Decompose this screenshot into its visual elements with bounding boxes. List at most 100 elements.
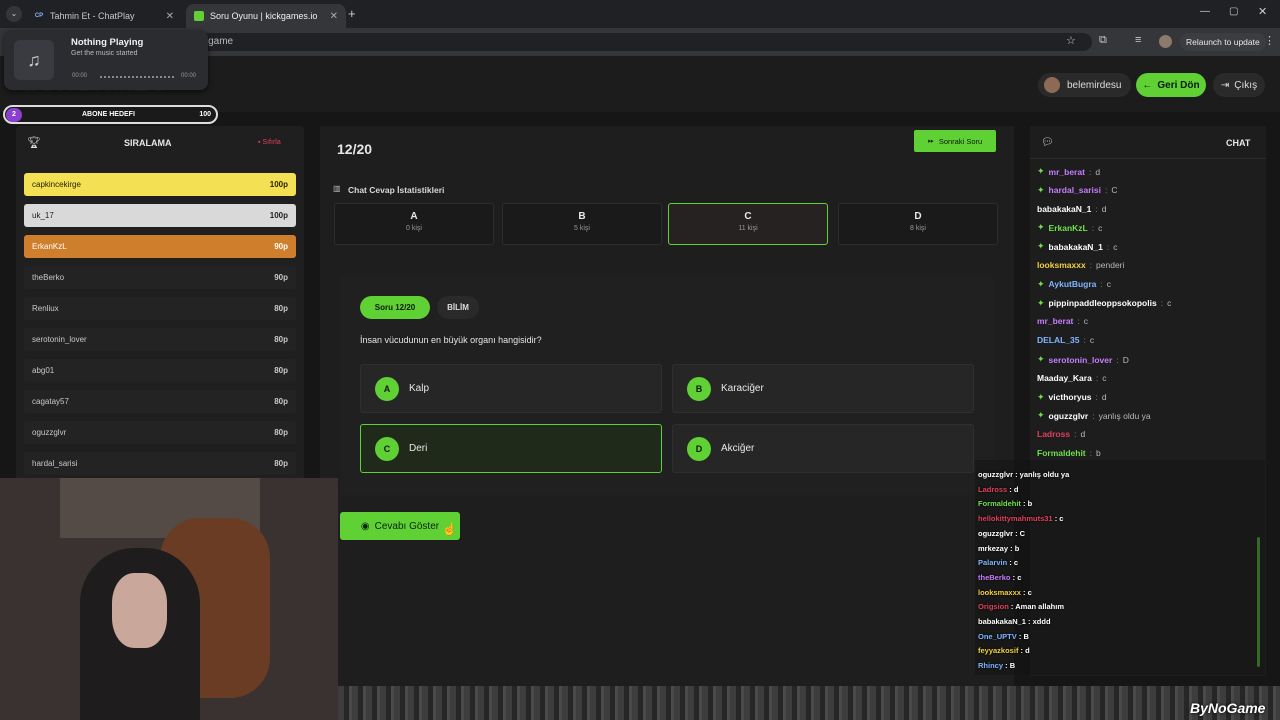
- chat-username: hardal_sarisi: [1048, 185, 1101, 196]
- chat-message: ✦ oguzzglvr: yanlış oldu ya: [1037, 410, 1151, 421]
- chat-text: c: [1083, 316, 1089, 327]
- stream-floor-pattern: [338, 686, 1280, 720]
- leaderboard-points: 80p: [274, 304, 288, 313]
- exit-button[interactable]: ⇥ Çıkış: [1213, 73, 1265, 97]
- leaderboard-name: oguzzglvr: [32, 428, 67, 437]
- overlay-chat-message: mrkezay : b: [978, 544, 1019, 553]
- menu-kebab-icon[interactable]: ⋮: [1264, 34, 1275, 47]
- chat-separator: :: [1095, 203, 1098, 214]
- question-progress: 12/20: [337, 141, 373, 157]
- chat-username: mr_berat: [1048, 166, 1085, 177]
- tab-list-chevron-icon[interactable]: ⌄: [6, 6, 22, 22]
- overlay-chat-separator: :: [1013, 470, 1020, 479]
- close-tab-icon[interactable]: ✕: [330, 11, 338, 22]
- chat-text: c: [1167, 298, 1172, 309]
- next-question-label: Sonraki Soru: [938, 136, 983, 146]
- leaderboard-row[interactable]: Renliux 80p: [24, 297, 296, 320]
- watermark: ByNoGame: [1190, 700, 1266, 716]
- chat-message: ✦ hardal_sarisi: C: [1037, 185, 1118, 196]
- tab-kickgames[interactable]: Soru Oyunu | kickgames.io ✕: [186, 4, 346, 28]
- leaderboard-name: serotonin_lover: [32, 335, 87, 344]
- leaderboard-row[interactable]: theBerko 90p: [24, 266, 296, 289]
- overlay-chat-username: Formaldehit: [978, 499, 1021, 509]
- leaderboard-title: SIRALAMA: [124, 138, 172, 148]
- reset-button[interactable]: ▪ Sıfırla: [258, 139, 281, 146]
- media-progress-bar[interactable]: [100, 76, 176, 78]
- answer-option-d[interactable]: D Akciğer: [672, 424, 974, 473]
- back-button[interactable]: ← Geri Dön: [1136, 73, 1206, 97]
- goal-label: ABONE HEDEFI: [82, 111, 135, 118]
- media-subtitle: Get the music started: [71, 50, 138, 57]
- new-tab-plus-icon[interactable]: +: [348, 6, 356, 21]
- close-tab-icon[interactable]: ✕: [166, 11, 174, 22]
- media-control-icon[interactable]: ≡: [1135, 34, 1141, 46]
- leaderboard-row[interactable]: capkincekirge 100p: [24, 173, 296, 196]
- overlay-chat-username: Rhincy: [978, 661, 1004, 671]
- leaderboard-row[interactable]: ErkanKzL 90p: [24, 235, 296, 258]
- leaderboard-row[interactable]: oguzzglvr 80p: [24, 421, 296, 444]
- option-letter-badge: D: [687, 436, 711, 461]
- chat-bubble-icon: 💬︎: [1041, 137, 1054, 148]
- overlay-chat-message: Origsion : Aman allahım: [978, 602, 1064, 611]
- profile-avatar[interactable]: [1159, 35, 1172, 48]
- exit-button-label: Çıkış: [1234, 79, 1258, 91]
- answer-option-b[interactable]: B Karaciğer: [672, 364, 974, 413]
- chat-separator: :: [1088, 166, 1092, 177]
- sparkle-badge-icon: ✦: [1037, 166, 1045, 176]
- option-letter-badge: B: [687, 376, 711, 401]
- restore-icon[interactable]: ▢: [1229, 6, 1238, 17]
- leaderboard-row[interactable]: cagatay57 80p: [24, 390, 296, 413]
- chat-title: CHAT: [1226, 138, 1251, 148]
- chat-separator: :: [1091, 222, 1095, 233]
- leaderboard-points: 100p: [269, 211, 288, 220]
- chat-message: ✦ babakakaN_1: c: [1037, 241, 1118, 252]
- leaderboard-row[interactable]: uk_17 100p: [24, 204, 296, 227]
- leaderboard-row[interactable]: hardal_sarisi 80p: [24, 452, 296, 475]
- stream-chat-overlay: [975, 460, 1265, 675]
- overlay-chat-username: Origsion: [978, 602, 1009, 612]
- overlay-chat-message: Palarvin : c: [978, 558, 1018, 567]
- overlay-chat-text: yanlış oldu ya: [1019, 470, 1070, 479]
- stats-title: Chat Cevap İstatistikleri: [348, 185, 445, 195]
- answer-option-a[interactable]: A Kalp: [360, 364, 662, 413]
- answer-option-c[interactable]: C Deri: [360, 424, 662, 473]
- tab-chatplay[interactable]: CP Tahmin Et - ChatPlay ✕: [26, 4, 182, 28]
- chat-text: penderi: [1096, 260, 1125, 270]
- address-bar[interactable]: t-game: [62, 33, 1092, 51]
- next-question-button[interactable]: ⏩︎ Sonraki Soru: [914, 130, 996, 152]
- leaderboard-points: 90p: [274, 242, 288, 251]
- option-text: Akciğer: [721, 443, 755, 454]
- show-answer-label: Cevabı Göster: [374, 520, 440, 532]
- option-text: Deri: [409, 443, 428, 454]
- answer-stat-c: C 11 kişi: [668, 203, 828, 245]
- overlay-chat-message: babakakaN_1 : xddd: [978, 617, 1051, 626]
- overlay-chat-message: Formaldehit : b: [978, 499, 1032, 508]
- stats-chart-icon: ▥: [333, 184, 341, 193]
- minimize-icon[interactable]: —: [1200, 6, 1210, 17]
- user-chip[interactable]: belemirdesu: [1038, 73, 1132, 97]
- chat-separator: :: [1100, 279, 1103, 290]
- leaderboard-row[interactable]: serotonin_lover 80p: [24, 328, 296, 351]
- overlay-chat-text: b: [1027, 499, 1033, 509]
- relaunch-button[interactable]: Relaunch to update: [1180, 33, 1266, 51]
- fast-forward-icon: ⏩︎: [927, 136, 934, 145]
- kickgames-favicon-icon: [194, 11, 204, 21]
- tab-kickgames-label: Soru Oyunu | kickgames.io: [210, 11, 318, 21]
- overlay-chat-text: c: [1013, 558, 1019, 568]
- close-window-icon[interactable]: ✕: [1258, 5, 1267, 18]
- leaderboard-row[interactable]: abg01 80p: [24, 359, 296, 382]
- chat-message: mr_berat: c: [1037, 316, 1088, 326]
- chat-separator: :: [1106, 241, 1110, 252]
- leaderboard-name: capkincekirge: [32, 180, 81, 189]
- answer-stat-letter: A: [410, 211, 418, 222]
- sparkle-badge-icon: ✦: [1037, 222, 1045, 233]
- bookmark-star-icon[interactable]: ☆: [1066, 34, 1076, 47]
- chat-message: looksmaxxx: penderi: [1037, 260, 1124, 270]
- overlay-chat-username: mrkezay: [978, 543, 1009, 553]
- overlay-chat-username: babakakaN_1: [978, 617, 1026, 626]
- chat-username: AykutBugra: [1048, 279, 1097, 290]
- chat-message: Formaldehit: b: [1037, 448, 1101, 458]
- chat-message: ✦ ErkanKzL: c: [1037, 222, 1102, 233]
- chat-text: C: [1111, 185, 1118, 196]
- extensions-icon[interactable]: ⧉: [1099, 34, 1107, 47]
